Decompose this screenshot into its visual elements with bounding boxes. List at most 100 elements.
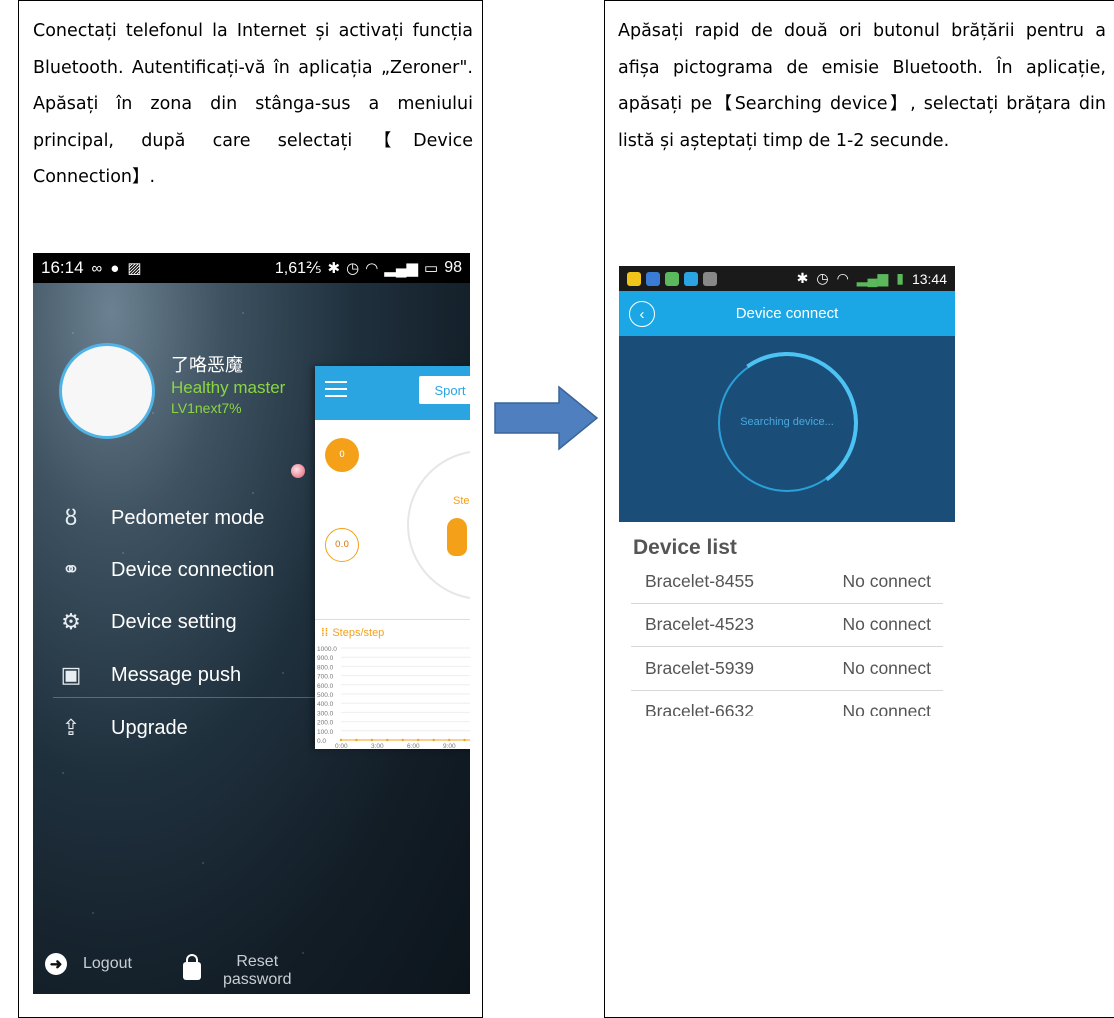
steps-circle: 0 (325, 438, 359, 472)
device-name: Bracelet-5939 (645, 657, 754, 678)
bluetooth-icon: ✱ (796, 270, 809, 286)
notification-icon (646, 271, 660, 286)
notification-icon (627, 271, 641, 286)
device-list: Bracelet-8455 No connect Bracelet-4523 No c… (619, 560, 955, 716)
avatar[interactable] (59, 343, 155, 439)
main-app-screen-preview: Sport 0 0.0 Step ⁞⁞Steps/step 1000.0 900.… (315, 366, 470, 749)
left-step-panel: Conectați telefonul la Internet și activ… (18, 0, 483, 1018)
chart-x-tick: 3:00 (371, 743, 384, 749)
right-phone-screenshot: ✱ ◷ ◠ ▂▄▆ ▮ 13:44 ‹ Device connect Searc… (619, 266, 955, 716)
device-list-title: Device list (633, 536, 737, 559)
status-bar: 16:14 ∞ ● ▨ 1,61⅖ ✱ ◷ ◠ ▂▄▆ ▭ 98 (33, 253, 470, 283)
menu-item-device-connection[interactable]: ⚭ Device connection (33, 548, 323, 592)
search-area[interactable]: Searching device... (619, 336, 955, 522)
signal-icon: ▂▄▆ (856, 270, 889, 286)
menu-item-label: Device connection (111, 558, 275, 581)
chart-y-tick: 0.0 (317, 738, 326, 745)
link-icon: ⚭ (61, 557, 81, 582)
image-icon (703, 271, 717, 286)
status-bar: ✱ ◷ ◠ ▂▄▆ ▮ 13:44 (619, 266, 955, 291)
right-instruction-text: Apăsați rapid de două ori butonul brățăr… (618, 21, 1106, 151)
app-header: ‹ Device connect (619, 291, 955, 336)
status-time: 16:14 (41, 258, 84, 277)
chart-y-tick: 800.0 (317, 664, 334, 671)
notification-icon (665, 271, 679, 286)
battery-icon: ▭ (424, 260, 439, 277)
chart-point (370, 738, 374, 742)
calories-circle-value: 0.0 (334, 540, 350, 550)
chart-point (447, 738, 451, 742)
chat-bubble-icon: ● (110, 259, 120, 277)
chart-y-tick: 600.0 (317, 683, 334, 690)
reset-label-line2: password (223, 971, 292, 988)
chart-y-tick: 900.0 (317, 655, 334, 662)
chart-title: ⁞⁞ Steps/step (321, 627, 384, 639)
reset-password-button[interactable]: Reset password (183, 953, 291, 989)
user-title: Healthy master (171, 378, 286, 397)
chart-point (386, 738, 389, 742)
menu-item-pedometer-mode[interactable]: ȣ Pedometer mode (33, 496, 323, 540)
menu-item-label: Upgrade (111, 716, 188, 739)
lock-icon (183, 954, 201, 980)
device-list-item[interactable]: Bracelet-4523 No connect (631, 604, 943, 647)
searching-label: Searching device... (740, 416, 834, 428)
device-status: No connect (842, 614, 931, 635)
signal-icon: ▂▄▆ (384, 260, 419, 277)
menu-item-label: Pedometer mode (111, 506, 265, 529)
left-phone-screenshot: 16:14 ∞ ● ▨ 1,61⅖ ✱ ◷ ◠ ▂▄▆ ▭ 98 了咯恶魔 He… (33, 253, 470, 994)
device-status: No connect (842, 701, 931, 716)
gear-icon: ⚙ (61, 609, 81, 634)
alarm-icon: ◷ (816, 270, 829, 286)
chart-point (401, 738, 404, 742)
image-icon: ▨ (127, 260, 142, 277)
calories-circle: 0.0 (325, 528, 359, 562)
app-summary: 0 0.0 Step (315, 420, 470, 620)
logout-button[interactable]: ➜ Logout (45, 953, 132, 975)
chart-point (355, 738, 358, 742)
battery-icon: ▮ (896, 270, 904, 286)
status-data-rate: 1,61⅖ (274, 260, 322, 277)
device-name: Bracelet-4523 (645, 614, 754, 635)
device-list-item[interactable]: Bracelet-5939 No connect (631, 647, 943, 691)
chart-point (463, 738, 466, 742)
chart-y-tick: 500.0 (317, 692, 334, 699)
menu-item-message-push[interactable]: ▣ Message push (33, 653, 323, 697)
footprint-icon: ⁞⁞ (321, 627, 329, 639)
wifi-icon: ◠ (365, 260, 379, 277)
message-icon: ▣ (60, 662, 82, 687)
device-status: No connect (842, 570, 931, 591)
footprint-icon: ȣ (64, 505, 78, 530)
device-name: Bracelet-6632 (645, 701, 754, 716)
chart-y-tick: 700.0 (317, 674, 334, 681)
chart-x-tick: 6:00 (407, 743, 420, 749)
reset-label-line1: Reset (236, 953, 279, 970)
device-list-item[interactable]: Bracelet-6632 No connect (631, 691, 943, 716)
battery-level: 98 (444, 259, 462, 276)
menu-item-device-setting[interactable]: ⚙ Device setting (33, 600, 323, 644)
chart-y-tick: 1000.0 (317, 646, 337, 653)
chart-y-tick: 100.0 (317, 729, 334, 736)
user-level: LV1next7% (171, 400, 242, 416)
menu-divider (53, 697, 323, 698)
back-icon[interactable]: ‹ (629, 301, 655, 327)
sport-button[interactable]: Sport (419, 376, 470, 404)
chart-y-tick: 300.0 (317, 710, 334, 717)
step-label: Step (453, 495, 470, 507)
hamburger-icon[interactable] (325, 381, 347, 383)
chart-y-tick: 200.0 (317, 720, 334, 727)
chart-title-text: Steps/step (332, 627, 385, 639)
notification-dot (291, 464, 305, 478)
footprint-icon (447, 518, 467, 556)
arrow-right-icon: ➜ (45, 953, 67, 975)
bluetooth-icon: ✱ (327, 260, 341, 277)
device-list-item[interactable]: Bracelet-8455 No connect (631, 560, 943, 604)
wifi-icon: ◠ (836, 270, 849, 286)
alarm-icon: ◷ (346, 260, 360, 277)
upload-icon: ⇪ (61, 715, 81, 740)
chart-x-tick: 0:00 (335, 743, 348, 749)
right-step-panel: Apăsați rapid de două ori butonul brățăr… (604, 0, 1114, 1018)
device-status: No connect (842, 657, 931, 678)
notification-icon (684, 271, 698, 286)
steps-circle-value: 0 (339, 450, 345, 460)
menu-item-upgrade[interactable]: ⇪ Upgrade (33, 706, 323, 750)
